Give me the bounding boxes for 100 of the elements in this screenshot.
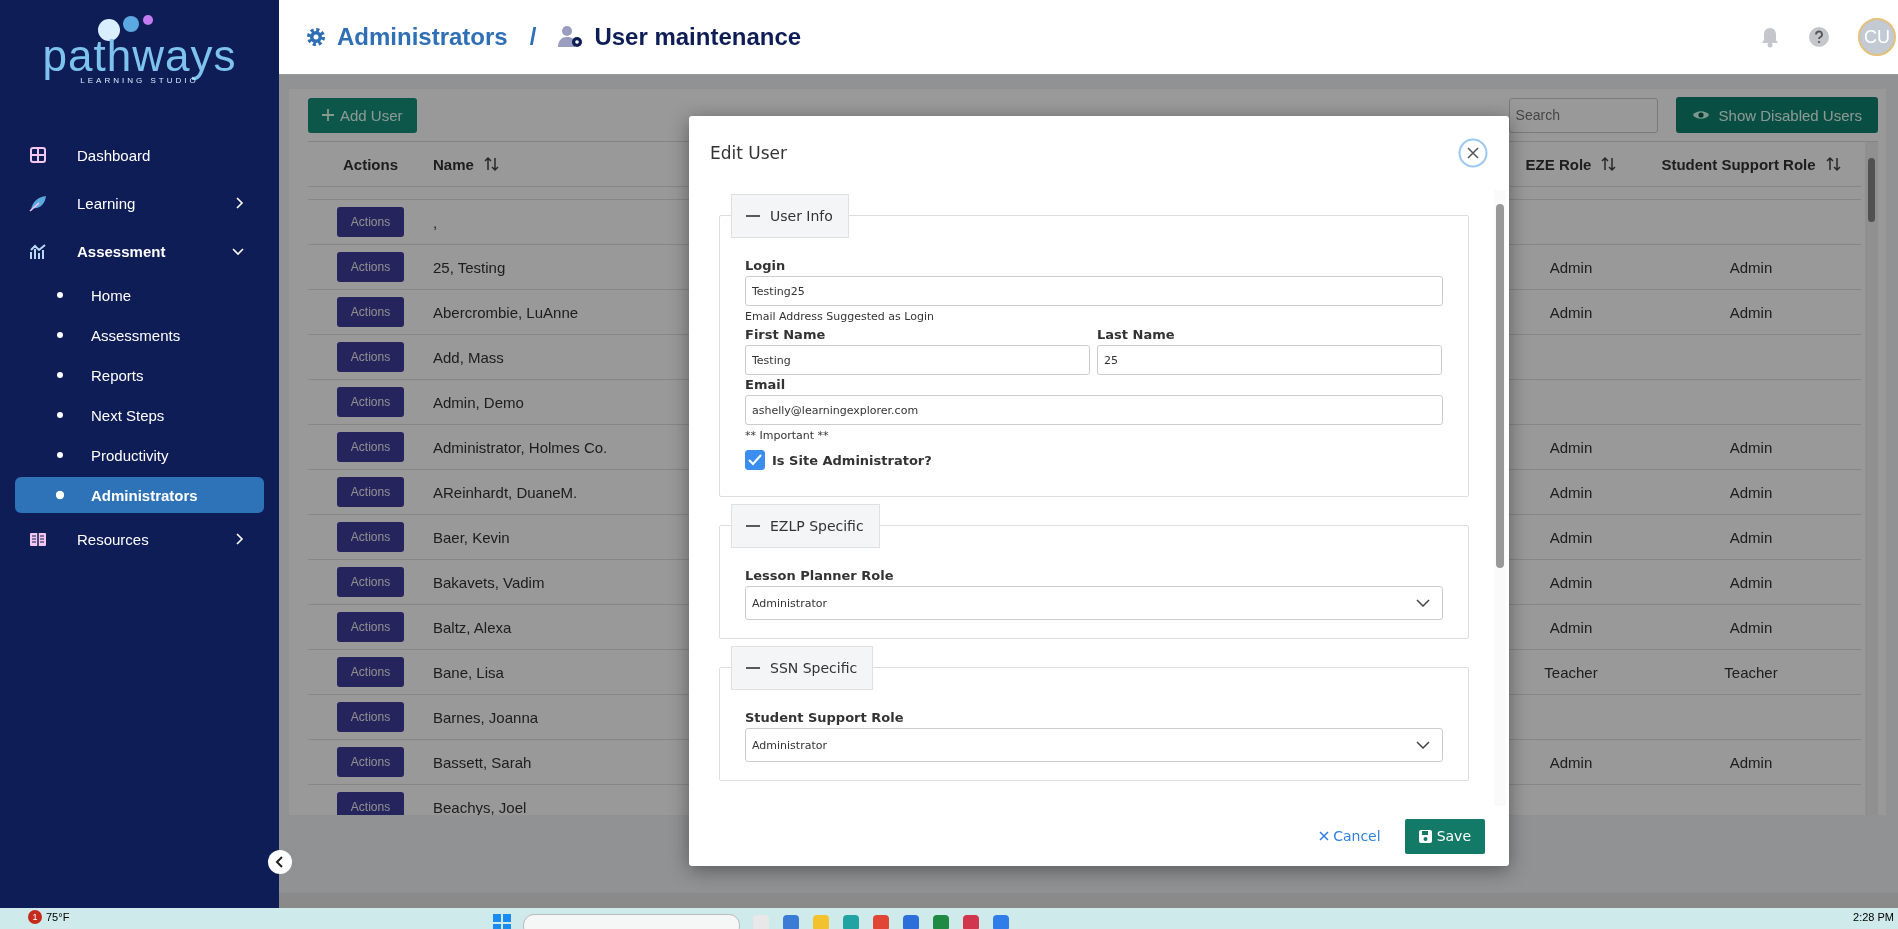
- actions-button[interactable]: Actions: [337, 657, 404, 687]
- table-cell: Admin: [1549, 753, 1593, 771]
- nav-subitem[interactable]: Administrators: [15, 477, 264, 513]
- input-field[interactable]: 25: [1097, 345, 1442, 375]
- app-icon[interactable]: [991, 914, 1010, 929]
- notification-badge: 1: [28, 910, 42, 924]
- table-cell: Admin: [1729, 483, 1773, 501]
- app-icon[interactable]: [901, 914, 920, 929]
- actions-button[interactable]: Actions: [337, 522, 404, 552]
- field-label: Last Name: [1097, 327, 1176, 342]
- table-cell: Teacher: [1544, 663, 1598, 681]
- eye-icon: [1691, 109, 1710, 121]
- column-header[interactable]: Actions: [343, 155, 398, 173]
- table-cell: AReinhardt, DuaneM.: [433, 483, 578, 501]
- table-cell: Admin: [1549, 438, 1593, 456]
- actions-button[interactable]: Actions: [337, 387, 404, 417]
- close-icon: [1319, 831, 1330, 841]
- vertical-scrollbar[interactable]: [1865, 142, 1878, 815]
- table-cell: Bassett, Sarah: [433, 753, 532, 771]
- table-cell: Beachys, Joel: [433, 798, 527, 815]
- actions-button[interactable]: Actions: [337, 702, 404, 732]
- gear-icon: [305, 26, 327, 48]
- app-icon[interactable]: [781, 914, 800, 929]
- nav-subitem[interactable]: Home: [15, 275, 264, 315]
- save-button[interactable]: Save: [1404, 818, 1485, 854]
- table-cell: Teacher: [1724, 663, 1778, 681]
- actions-button[interactable]: Actions: [337, 342, 404, 372]
- temperature: 75°F: [46, 911, 70, 923]
- column-header[interactable]: Name: [433, 155, 474, 173]
- input-field[interactable]: ashelly@learningexplorer.com: [745, 395, 1443, 425]
- actions-button[interactable]: Actions: [337, 747, 404, 777]
- table-cell: Admin: [1549, 483, 1593, 501]
- bullet-icon: [57, 332, 63, 338]
- section-toggle[interactable]: SSN Specific: [731, 646, 874, 690]
- vertical-scrollbar[interactable]: [1494, 190, 1506, 806]
- table-cell: Admin: [1729, 303, 1773, 321]
- nav-item[interactable]: Resources: [0, 515, 279, 563]
- page-title: User maintenance: [594, 23, 802, 51]
- table-cell: Admin: [1729, 528, 1773, 546]
- help-icon[interactable]: [1808, 26, 1830, 48]
- bullet-icon: [57, 292, 63, 298]
- nav-subitem[interactable]: Assessments: [15, 315, 264, 355]
- app-icon[interactable]: [931, 914, 950, 929]
- nav-item[interactable]: Learning: [0, 179, 279, 227]
- nav-subitem[interactable]: Next Steps: [15, 395, 264, 435]
- app-icon[interactable]: [841, 914, 860, 929]
- collapse-icon[interactable]: [267, 849, 293, 875]
- nav-item[interactable]: Assessment: [0, 227, 279, 275]
- dialog-title: Edit User: [710, 143, 788, 163]
- actions-button[interactable]: Actions: [337, 432, 404, 462]
- actions-button[interactable]: Actions: [337, 567, 404, 597]
- column-header[interactable]: Student Support Role: [1661, 155, 1816, 173]
- checkbox[interactable]: [745, 450, 765, 470]
- cancel-button[interactable]: Cancel: [1317, 826, 1383, 846]
- table-cell: Admin: [1729, 753, 1773, 771]
- table-cell: Admin: [1549, 303, 1593, 321]
- nav-subitem[interactable]: Reports: [15, 355, 264, 395]
- user-gear-icon: [558, 25, 585, 49]
- dropdown[interactable]: Administrator: [745, 586, 1443, 620]
- nav-item[interactable]: Dashboard: [0, 131, 279, 179]
- nav-subitem[interactable]: Productivity: [15, 435, 264, 475]
- sort-icon[interactable]: [1601, 156, 1617, 172]
- section-toggle[interactable]: EZLP Specific: [731, 504, 880, 548]
- table-cell: Abercrombie, LuAnne: [433, 303, 579, 321]
- close-icon[interactable]: [1458, 138, 1488, 168]
- table-cell: Admin: [1729, 573, 1773, 591]
- breadcrumb-separator: /: [529, 23, 537, 51]
- chevron-down-icon: [1416, 741, 1430, 749]
- sort-icon[interactable]: [1825, 156, 1841, 172]
- bell-icon[interactable]: [1760, 26, 1780, 48]
- leaf-icon: [29, 194, 47, 212]
- grid-icon: [29, 146, 47, 164]
- table-cell: Baltz, Alexa: [433, 618, 512, 636]
- actions-button[interactable]: Actions: [337, 207, 404, 237]
- table-cell: Admin: [1729, 618, 1773, 636]
- breadcrumb-link[interactable]: Administrators: [337, 23, 508, 51]
- table-cell: Admin: [1729, 438, 1773, 456]
- bullet-icon: [57, 372, 63, 378]
- actions-button[interactable]: Actions: [337, 792, 404, 815]
- actions-button[interactable]: Actions: [337, 477, 404, 507]
- table-cell: Add, Mass: [433, 348, 504, 366]
- actions-button[interactable]: Actions: [337, 252, 404, 282]
- horizontal-scrollbar[interactable]: [279, 893, 1898, 908]
- app-icon[interactable]: [961, 914, 980, 929]
- column-header[interactable]: EZE Role: [1525, 155, 1592, 173]
- search-field[interactable]: Search: [1508, 97, 1658, 133]
- input-field[interactable]: Testing: [745, 345, 1090, 375]
- app-icon[interactable]: [871, 914, 890, 929]
- table-cell: Administrator, Holmes Co.: [433, 438, 608, 456]
- actions-button[interactable]: Actions: [337, 612, 404, 642]
- section-toggle[interactable]: User Info: [731, 194, 849, 238]
- windows-icon[interactable]: [492, 914, 511, 929]
- logo-title: pathways: [42, 34, 237, 78]
- input-field[interactable]: Testing25: [745, 276, 1443, 306]
- sort-icon[interactable]: [483, 156, 499, 172]
- actions-button[interactable]: Actions: [337, 297, 404, 327]
- field-label: Student Support Role: [745, 710, 905, 725]
- dropdown[interactable]: Administrator: [745, 728, 1443, 762]
- book-icon: [29, 530, 47, 548]
- plus-icon: [322, 109, 334, 121]
